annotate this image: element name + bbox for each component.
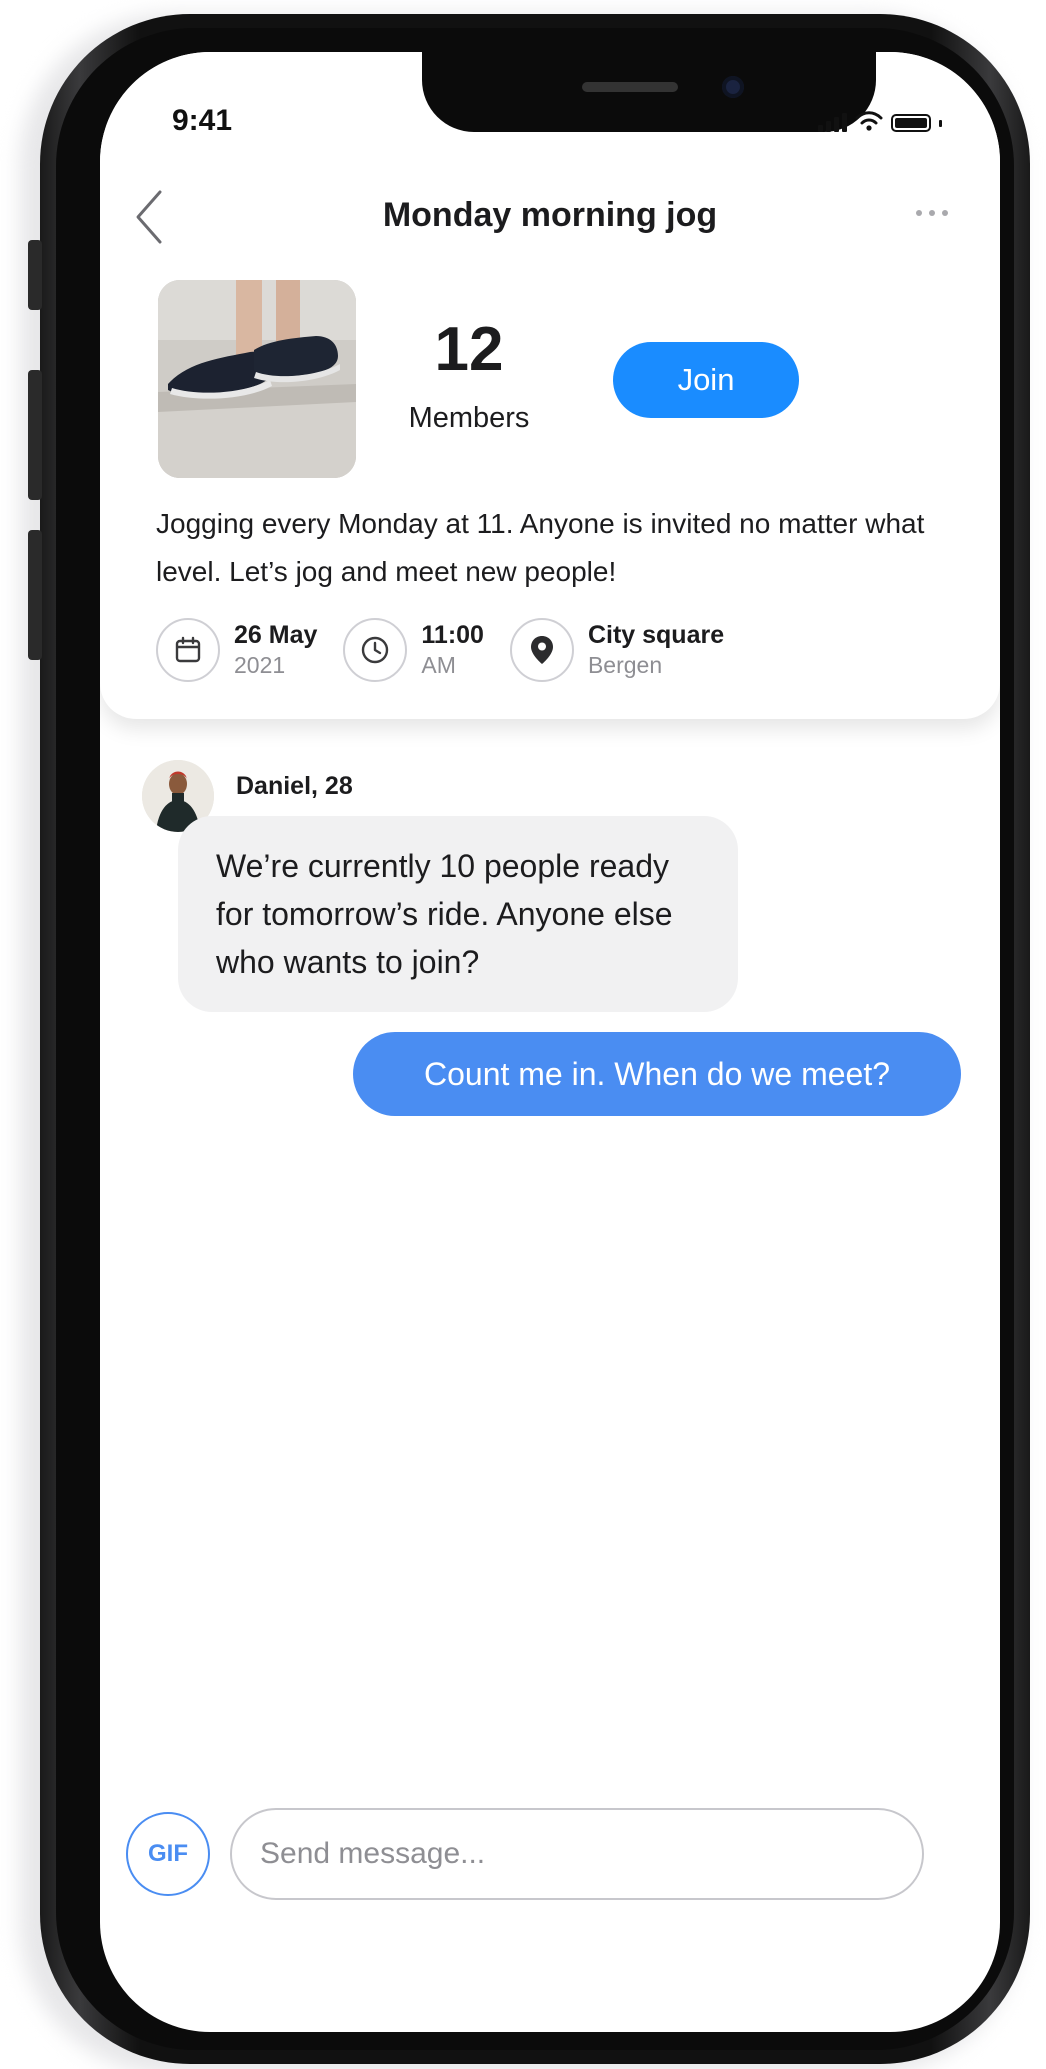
speaker-grille [582, 82, 678, 92]
event-date-day: 26 May [234, 621, 318, 649]
outgoing-message[interactable]: Count me in. When do we meet? [353, 1032, 961, 1116]
battery-tip [939, 120, 942, 127]
chevron-left-icon [136, 190, 162, 244]
more-horizontal-icon [916, 210, 922, 216]
group-header-card: Monday morning jog 12 Members Join Joggi… [100, 52, 1000, 719]
event-time-period: AM [421, 652, 456, 678]
page-title: Monday morning jog [382, 196, 718, 234]
group-description: Jogging every Monday at 11. Anyone is in… [156, 508, 925, 587]
more-options-button[interactable] [916, 210, 948, 216]
sneaker-photo [158, 280, 356, 478]
back-button[interactable] [124, 182, 174, 252]
gif-button[interactable]: GIF [126, 1812, 210, 1896]
event-time: 11:00 AM [343, 618, 484, 682]
members-count: 12 [434, 315, 504, 384]
event-location-city: Bergen [587, 652, 663, 678]
volume-down-button [28, 530, 42, 660]
members-label: Members [408, 402, 530, 434]
group-photo [158, 280, 356, 478]
status-time: 9:41 [172, 104, 233, 137]
message-input[interactable] [230, 1808, 924, 1900]
event-details: 26 May 2021 11:00 AM City square Bergen [156, 618, 724, 682]
page: Monday morning jog 12 Members Join Joggi… [0, 0, 1046, 2069]
cellular-signal-icon [818, 112, 847, 132]
event-location: City square Bergen [509, 618, 725, 682]
status-icons [818, 108, 942, 132]
more-horizontal-icon [942, 210, 948, 216]
battery-icon [891, 114, 931, 132]
front-camera [722, 76, 744, 98]
mute-switch [28, 240, 42, 310]
clock-icon [343, 618, 408, 682]
join-button[interactable]: Join [613, 342, 799, 418]
more-horizontal-icon [929, 210, 935, 216]
sender-name: Daniel, 28 [236, 772, 353, 800]
volume-up-button [28, 370, 42, 500]
wifi-icon [855, 111, 883, 131]
event-date-year: 2021 [234, 652, 286, 678]
camera-notch [422, 52, 876, 132]
event-time-value: 11:00 [421, 621, 484, 649]
map-pin-icon [509, 618, 574, 682]
phone-screen: Monday morning jog 12 Members Join Joggi… [100, 52, 1000, 2032]
calendar-icon [156, 618, 220, 682]
event-location-place: City square [587, 621, 725, 649]
incoming-message[interactable]: We’re currently 10 people ready for tomo… [178, 816, 738, 1012]
event-date: 26 May 2021 [156, 618, 317, 682]
